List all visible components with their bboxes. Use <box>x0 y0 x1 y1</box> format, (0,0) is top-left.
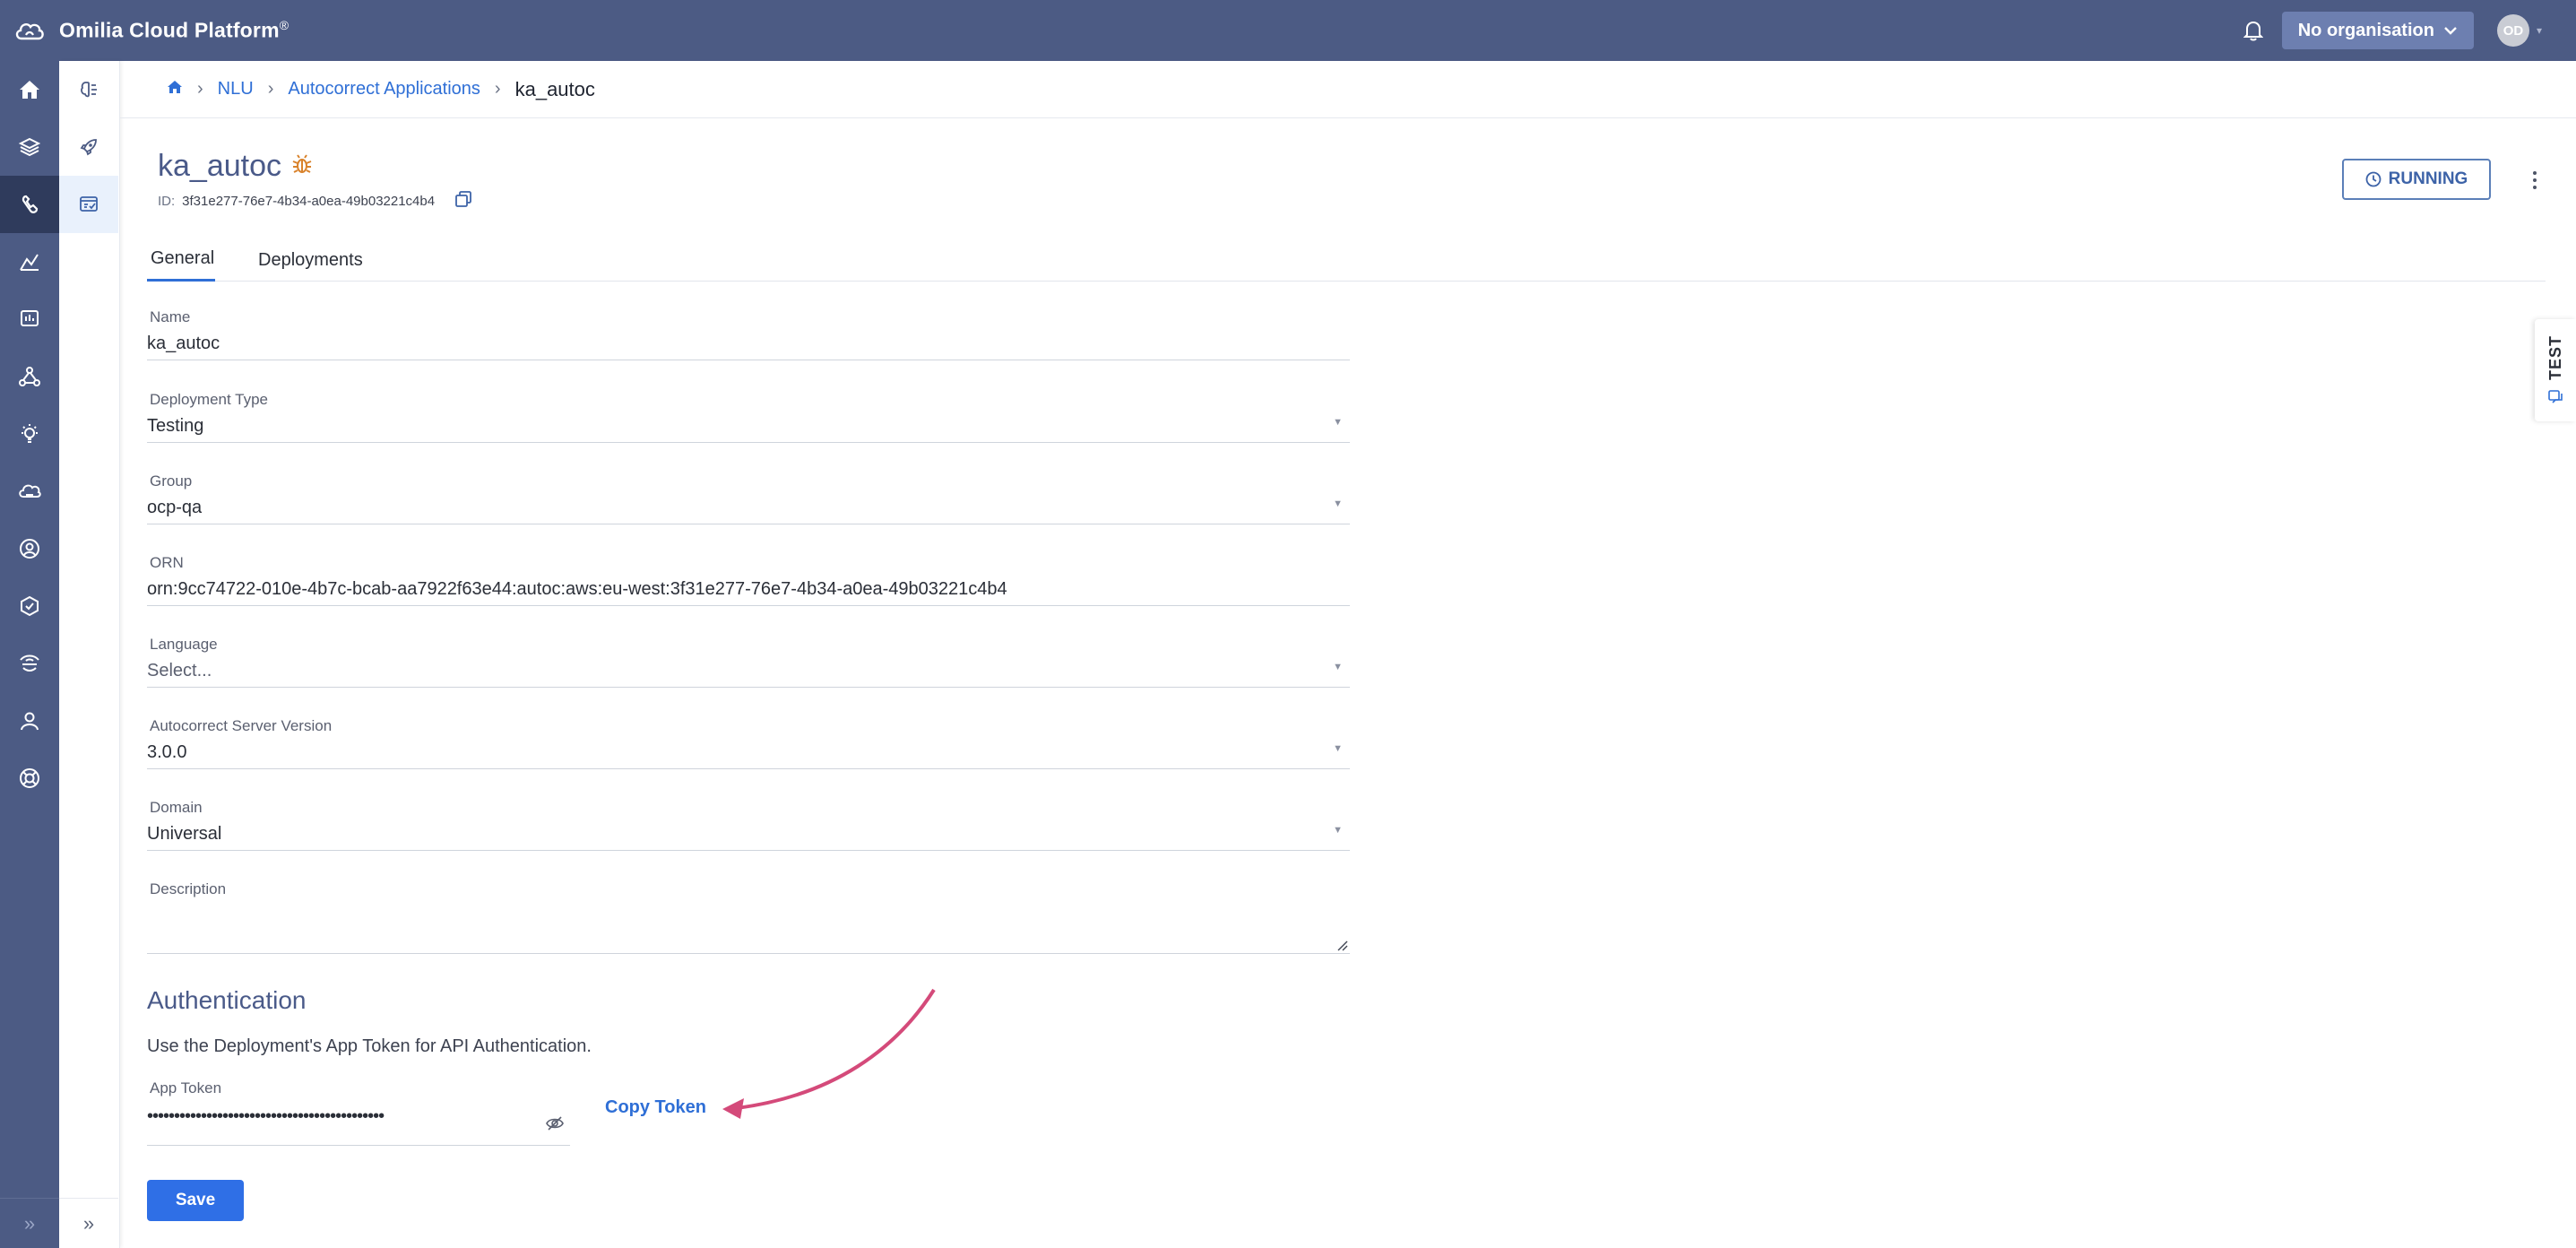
brand-reg-mark: ® <box>279 18 290 33</box>
app-id-value: 3f31e277-76e7-4b34-a0ea-49b03221c4b4 <box>182 193 436 209</box>
idea-icon[interactable] <box>0 405 59 463</box>
layers-icon[interactable] <box>0 118 59 176</box>
chevron-right-icon: › <box>197 79 203 99</box>
eye-off-icon[interactable] <box>545 1115 565 1136</box>
chat-test-icon <box>2548 390 2563 403</box>
main-nav-rail: » <box>0 61 59 1248</box>
deployment-type-label: Deployment Type <box>150 391 268 408</box>
avatar-caret-icon[interactable]: ▾ <box>2537 24 2542 37</box>
bug-icon <box>290 149 314 184</box>
test-side-tab[interactable]: TEST <box>2535 319 2576 421</box>
page-title: ka_autoc <box>158 149 314 184</box>
app-title-text: ka_autoc <box>158 149 281 183</box>
clock-icon <box>2365 171 2382 187</box>
home-breadcrumb-icon[interactable] <box>167 79 183 100</box>
description-textarea[interactable]: Description <box>147 880 1350 954</box>
copy-id-icon[interactable] <box>454 190 472 212</box>
domain-label: Domain <box>150 799 203 816</box>
secondary-nav-rail: » <box>59 61 120 1248</box>
orn-field: ORN orn:9cc74722-010e-4b7c-bcab-aa7922f6… <box>147 554 1350 606</box>
bell-icon[interactable] <box>2235 13 2271 48</box>
autocorrect-icon[interactable] <box>59 176 118 233</box>
rocket-icon[interactable] <box>59 118 118 176</box>
main-content: ka_autoc ID: 3f31e277-76e7-4b34-a0ea-49b… <box>120 118 2576 1248</box>
server-version-value: 3.0.0 <box>147 742 187 762</box>
app-token-value: ••••••••••••••••••••••••••••••••••••••••… <box>147 1106 385 1126</box>
cloud-icon[interactable] <box>0 463 59 520</box>
language-label: Language <box>150 636 218 653</box>
top-bar: Omilia Cloud Platform® No organisation O… <box>0 0 2576 61</box>
caret-down-icon: ▼ <box>1333 825 1343 836</box>
organisation-label: No organisation <box>2297 20 2434 40</box>
chevron-down-icon <box>2444 27 2457 35</box>
language-placeholder: Select... <box>147 661 212 680</box>
shield-icon[interactable] <box>0 577 59 635</box>
breadcrumb: › NLU › Autocorrect Applications › ka_au… <box>120 61 2576 118</box>
group-label: Group <box>150 472 193 490</box>
orn-value: orn:9cc74722-010e-4b7c-bcab-aa7922f63e44… <box>147 579 1007 599</box>
collapse-subrail-icon[interactable]: » <box>59 1198 118 1248</box>
server-version-select[interactable]: Autocorrect Server Version 3.0.0 ▼ <box>147 717 1350 769</box>
name-label: Name <box>150 308 191 325</box>
topbar-right: No organisation OD ▾ <box>2235 0 2576 61</box>
description-value[interactable] <box>147 906 1350 914</box>
status-label: RUNNING <box>2388 169 2468 188</box>
avatar[interactable]: OD <box>2496 14 2529 47</box>
app-token-field[interactable]: App Token ••••••••••••••••••••••••••••••… <box>147 1079 570 1146</box>
deployment-type-value: Testing <box>147 416 204 436</box>
app-id-label: ID: <box>158 193 176 209</box>
app-token-label: App Token <box>150 1079 222 1096</box>
analytics-icon[interactable] <box>0 233 59 290</box>
caret-down-icon: ▼ <box>1333 498 1343 509</box>
domain-select[interactable]: Domain Universal ▼ <box>147 799 1350 851</box>
brand-title[interactable]: Omilia Cloud Platform® <box>59 18 289 43</box>
support-icon[interactable] <box>0 750 59 807</box>
breadcrumb-autocorrect-applications[interactable]: Autocorrect Applications <box>288 79 480 100</box>
graph-icon[interactable] <box>0 348 59 405</box>
save-button[interactable]: Save <box>147 1180 244 1221</box>
chevron-right-icon: › <box>494 79 501 99</box>
caret-down-icon: ▼ <box>1333 662 1343 672</box>
app-id: ID: 3f31e277-76e7-4b34-a0ea-49b03221c4b4 <box>158 190 472 212</box>
nlu-icon[interactable] <box>0 176 59 233</box>
status-button[interactable]: RUNNING <box>2342 159 2491 200</box>
brand-name: Omilia Cloud Platform <box>59 18 280 42</box>
caret-down-icon: ▼ <box>1333 417 1343 428</box>
chevron-right-icon: › <box>267 79 274 99</box>
tab-bar: General Deployments <box>147 238 2546 282</box>
group-value: ocp-qa <box>147 498 203 517</box>
name-value[interactable]: ka_autoc <box>147 334 1350 363</box>
expand-rail-icon[interactable]: » <box>0 1198 59 1248</box>
group-select[interactable]: Group ocp-qa ▼ <box>147 472 1350 524</box>
authentication-description: Use the Deployment's App Token for API A… <box>147 1036 592 1056</box>
ai-icon[interactable] <box>59 61 118 118</box>
language-select[interactable]: Language Select... ▼ <box>147 636 1350 688</box>
cloud-logo-icon[interactable] <box>0 0 59 61</box>
deployment-type-select[interactable]: Deployment Type Testing ▼ <box>147 391 1350 443</box>
organisation-selector[interactable]: No organisation <box>2281 12 2474 49</box>
home-icon[interactable] <box>0 61 59 118</box>
test-tab-label: TEST <box>2546 334 2564 380</box>
name-field[interactable]: Name ka_autoc <box>147 308 1350 360</box>
user-icon[interactable] <box>0 692 59 750</box>
breadcrumb-nlu[interactable]: NLU <box>218 79 254 100</box>
server-version-label: Autocorrect Server Version <box>150 717 333 734</box>
tab-general[interactable]: General <box>147 238 215 282</box>
monitor-icon[interactable] <box>0 290 59 348</box>
team-icon[interactable] <box>0 520 59 577</box>
description-label: Description <box>150 880 227 897</box>
caret-down-icon: ▼ <box>1333 743 1343 754</box>
biometrics-icon[interactable] <box>0 635 59 692</box>
resize-handle-icon[interactable] <box>1336 939 1348 951</box>
more-options-icon[interactable] <box>2526 165 2544 195</box>
breadcrumb-current: ka_autoc <box>514 77 595 100</box>
domain-value: Universal <box>147 824 222 844</box>
copy-token-button[interactable]: Copy Token <box>605 1097 706 1118</box>
authentication-heading: Authentication <box>147 986 307 1014</box>
tab-deployments[interactable]: Deployments <box>258 238 363 282</box>
orn-label: ORN <box>150 554 184 571</box>
